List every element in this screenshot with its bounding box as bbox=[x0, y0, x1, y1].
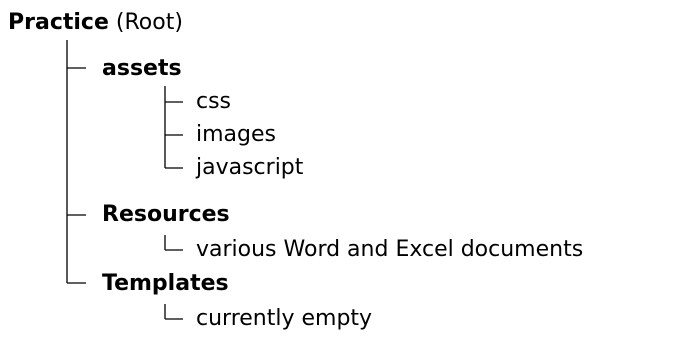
folder-assets: assets bbox=[102, 56, 182, 81]
resources-contents: various Word and Excel documents bbox=[196, 237, 584, 262]
root-note: (Root) bbox=[115, 10, 183, 35]
folder-templates: Templates bbox=[102, 271, 229, 296]
root-node: Practice (Root) bbox=[8, 10, 183, 36]
folder-resources: Resources bbox=[102, 202, 230, 227]
folder-css: css bbox=[196, 89, 232, 114]
folder-images: images bbox=[196, 122, 276, 147]
folder-javascript: javascript bbox=[196, 155, 304, 180]
templates-contents: currently empty bbox=[196, 306, 373, 331]
folder-tree-diagram: Practice (Root) assets css images javasc… bbox=[0, 0, 675, 343]
root-name: Practice bbox=[8, 10, 109, 35]
